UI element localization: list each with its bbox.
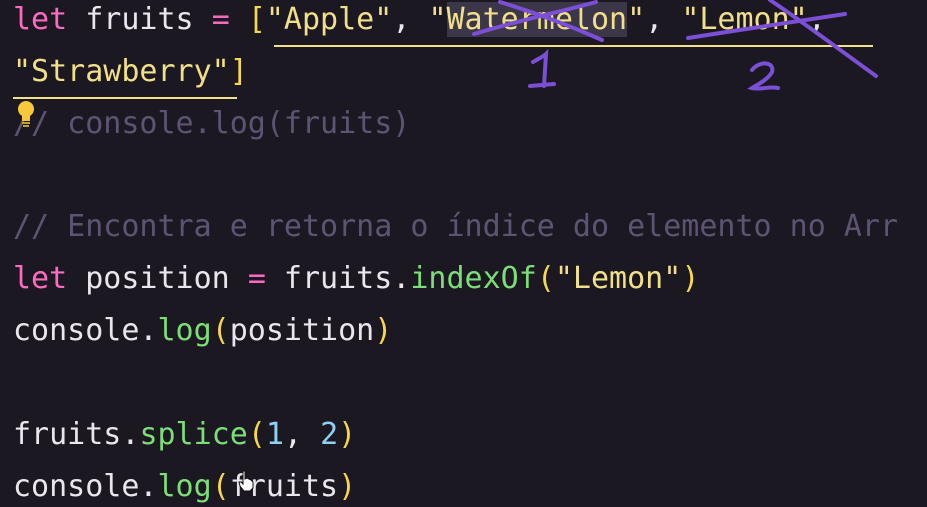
code-token-bracket: (: [247, 417, 266, 452]
code-line-6[interactable]: let position = fruits.indexOf("Lemon"): [13, 253, 699, 305]
handwritten-one: [528, 48, 556, 88]
array-underline-continued: [13, 97, 237, 99]
code-token-bracket: ]: [229, 54, 248, 89]
code-token-plain: console.: [13, 313, 158, 348]
code-line-10[interactable]: console.log(fruits): [13, 461, 356, 507]
lightbulb-icon[interactable]: [16, 100, 36, 128]
code-token-bracket: (: [211, 469, 230, 504]
code-token-number: 2: [320, 417, 339, 452]
code-line-5[interactable]: // Encontra e retorna o índice do elemen…: [13, 201, 898, 253]
code-token-bracket: (: [211, 313, 230, 348]
code-token-keyword: let: [13, 2, 68, 37]
code-token-keyword: let: [13, 261, 68, 296]
code-token-comment: // Encontra e retorna o índice do elemen…: [13, 209, 899, 244]
annotation-label-two: 2: [764, 83, 765, 85]
code-token-operator: =: [211, 2, 230, 37]
code-token-function: indexOf: [410, 261, 537, 296]
code-token-number: 1: [265, 417, 284, 452]
code-token-bracket: ): [374, 313, 393, 348]
code-token-string: ": [627, 2, 646, 37]
annotation-label-one: 1: [540, 83, 541, 85]
code-token-string: "Lemon": [681, 2, 808, 37]
handwritten-two: [747, 61, 780, 91]
code-line-3[interactable]: // console.log(fruits): [13, 98, 410, 150]
code-editor[interactable]: let fruits = ["Apple", "Watermelon", "Le…: [0, 0, 927, 507]
code-token-string: "Apple": [265, 2, 393, 37]
code-token-plain: console.: [13, 469, 158, 504]
code-token-plain: position: [229, 313, 375, 348]
code-line-1[interactable]: let fruits = ["Apple", "Watermelon", "Le…: [13, 0, 826, 46]
code-token-function: splice: [139, 417, 248, 452]
code-token-string: "Strawberry": [13, 54, 230, 89]
code-token-plain: fruits: [67, 2, 212, 37]
code-token-function: log: [157, 313, 212, 348]
code-token-plain: ,: [645, 2, 682, 37]
code-line-7[interactable]: console.log(position): [13, 305, 392, 357]
code-token-bracket: [: [247, 2, 266, 37]
code-token-operator: =: [247, 261, 266, 296]
code-token-plain: ,: [283, 417, 321, 452]
array-underline: [274, 45, 873, 47]
code-token-string: ": [428, 2, 447, 37]
code-token-comment: // console.log(fruits): [13, 106, 411, 141]
code-token-bracket: ): [338, 469, 357, 504]
code-token-string: "Lemon": [554, 261, 682, 296]
code-token-function: log: [157, 469, 212, 504]
code-token-bracket: ): [681, 261, 700, 296]
code-token-plain: position: [67, 261, 248, 296]
code-token-string-selected: Watermelon: [446, 2, 628, 37]
hand-pointer-icon: [238, 470, 254, 492]
code-token-bracket: ): [338, 417, 357, 452]
code-line-2[interactable]: "Strawberry"]: [13, 46, 248, 98]
code-token-plain: fruits.: [13, 417, 140, 452]
code-token-bracket: (: [536, 261, 555, 296]
code-token-plain: fruits.: [265, 261, 411, 296]
code-token-plain: ,: [392, 2, 429, 37]
code-line-9[interactable]: fruits.splice(1, 2): [13, 409, 356, 461]
code-token-plain: ,: [807, 2, 826, 37]
